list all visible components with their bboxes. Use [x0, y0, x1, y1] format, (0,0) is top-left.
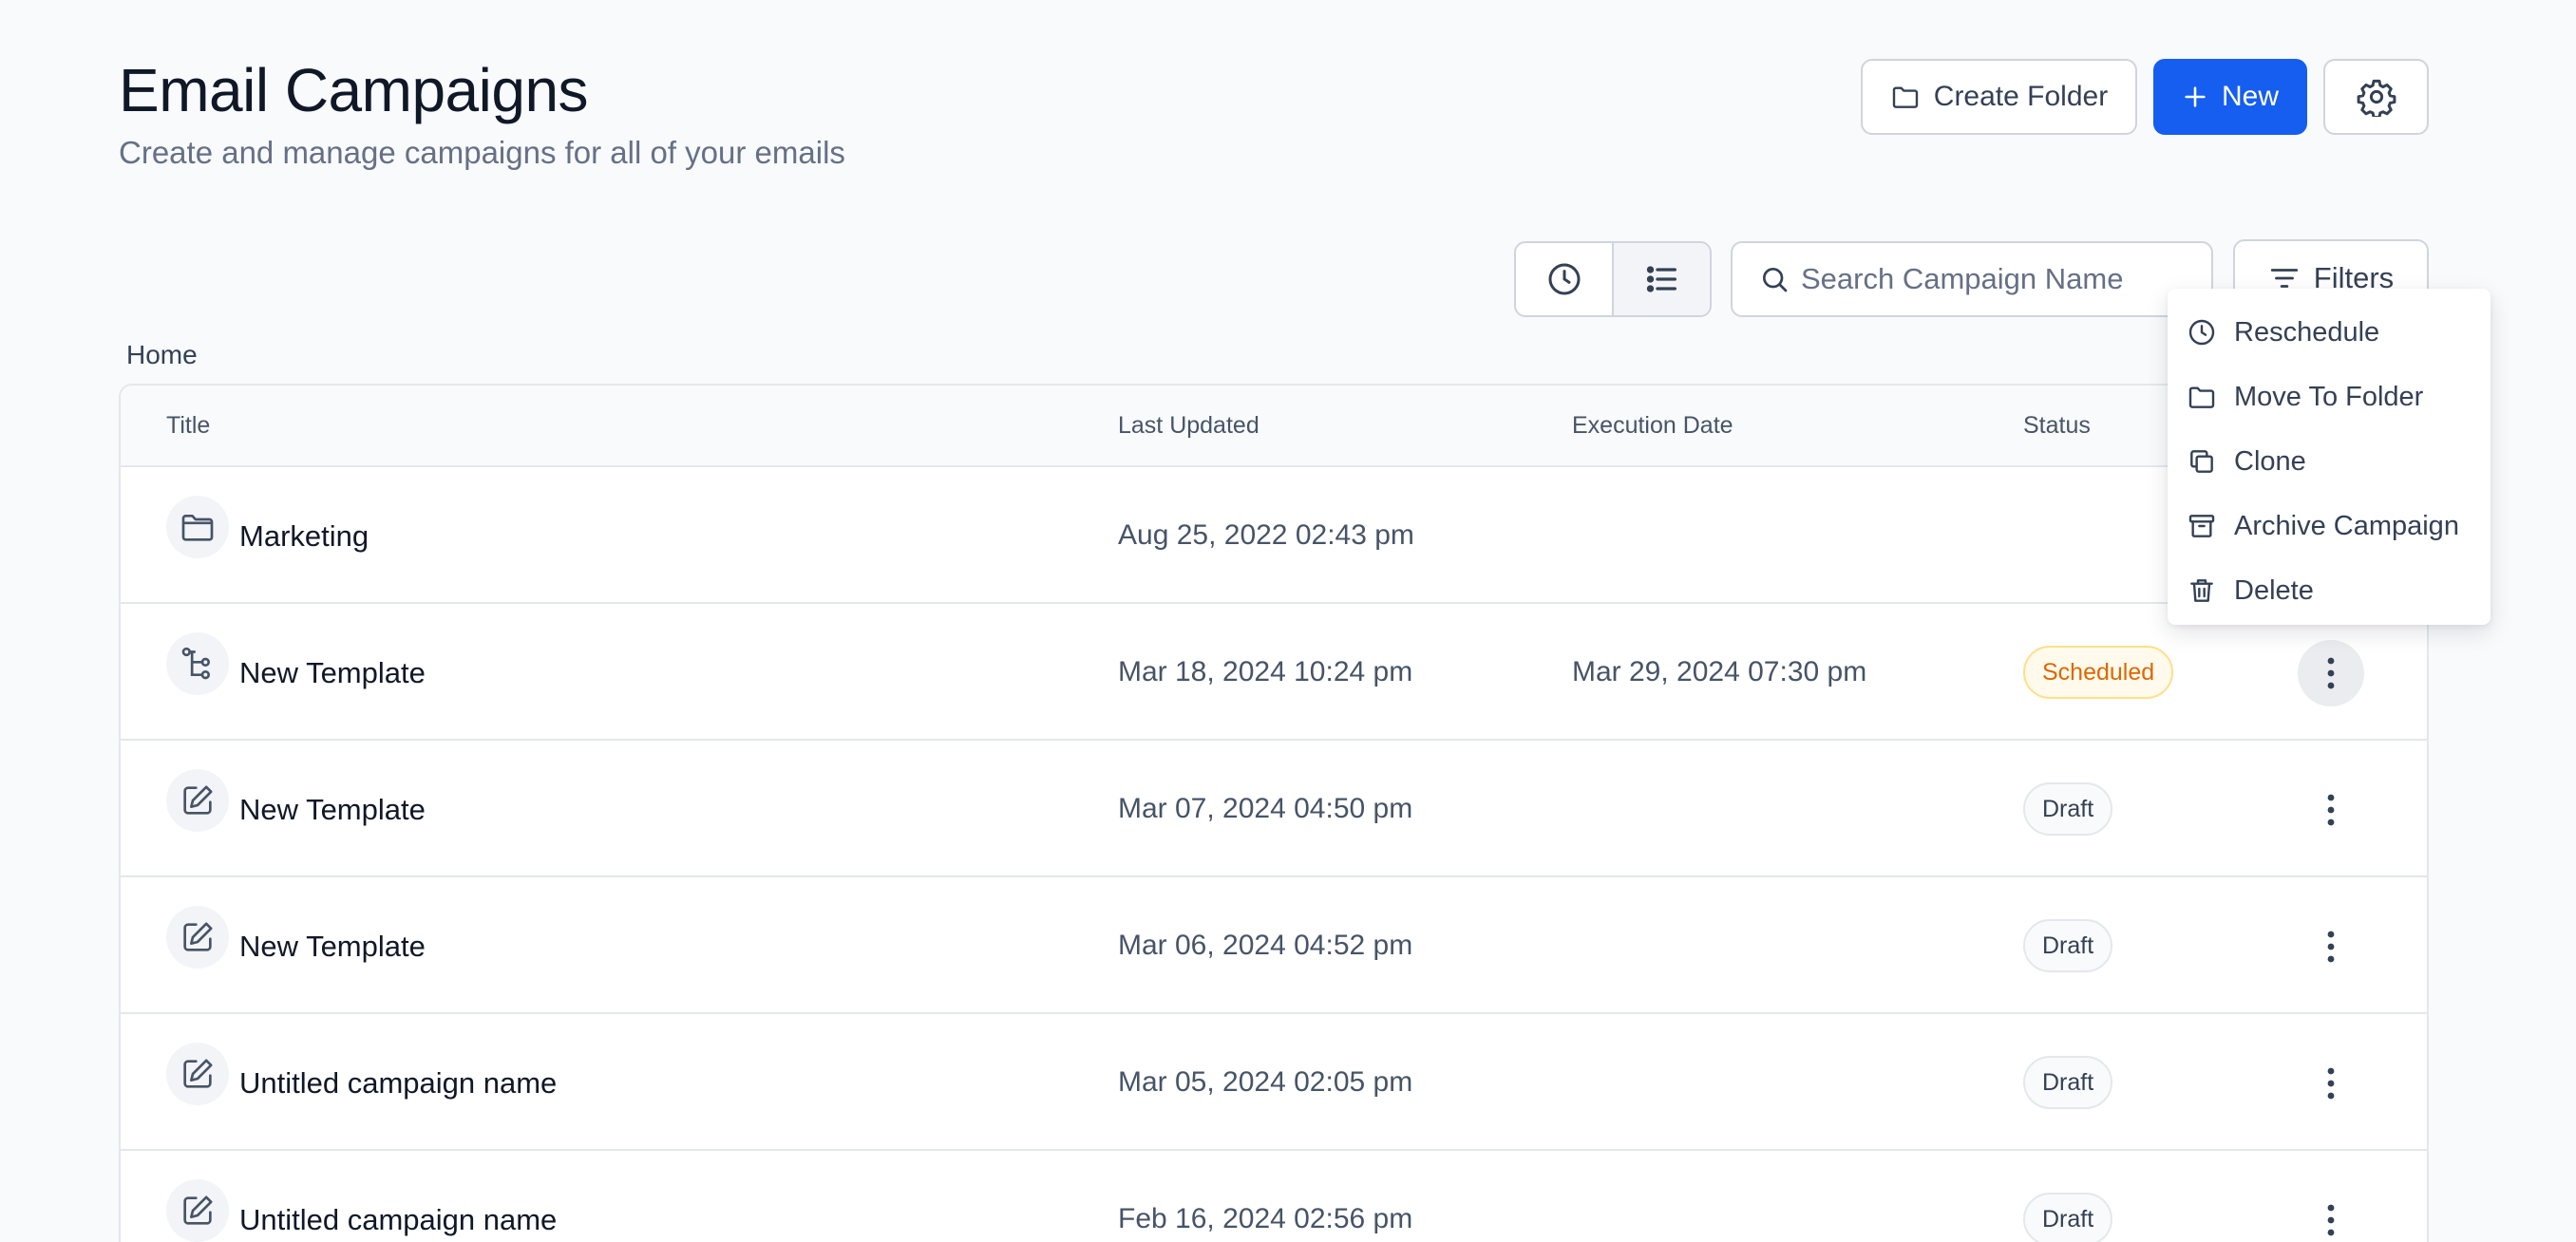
row-title[interactable]: Untitled campaign name: [239, 1066, 557, 1101]
clock-icon: [2187, 317, 2217, 348]
gear-icon: [2357, 77, 2396, 117]
more-vertical-icon: [2327, 1067, 2335, 1100]
row-actions-button[interactable]: [2298, 777, 2364, 843]
page-title: Email Campaigns: [119, 56, 589, 124]
archive-icon: [2187, 511, 2217, 541]
table-row[interactable]: New Template Mar 18, 2024 10:24 pm Mar 2…: [121, 604, 2427, 741]
table-row[interactable]: New Template Mar 06, 2024 04:52 pm Draft: [121, 877, 2427, 1014]
edit-icon: [166, 1043, 229, 1105]
row-last-updated: Mar 18, 2024 10:24 pm: [1118, 656, 1413, 687]
row-title[interactable]: Marketing: [239, 519, 369, 554]
menu-item-label: Archive Campaign: [2234, 510, 2459, 541]
search-icon: [1759, 264, 1790, 294]
more-vertical-icon: [2327, 657, 2335, 689]
search-box: [1731, 241, 2213, 317]
column-header-status[interactable]: Status: [2023, 412, 2091, 440]
row-actions-menu: Reschedule Move To Folder Clone Archive …: [2168, 289, 2491, 625]
status-badge: Draft: [2023, 1056, 2113, 1109]
row-last-updated: Aug 25, 2022 02:43 pm: [1118, 519, 1414, 551]
column-header-last-updated[interactable]: Last Updated: [1118, 412, 1260, 440]
campaigns-table: Title Last Updated Execution Date Status…: [119, 384, 2429, 1242]
row-title[interactable]: Untitled campaign name: [239, 1203, 557, 1237]
edit-icon: [166, 769, 229, 832]
clock-icon: [1545, 260, 1583, 298]
status-badge: Draft: [2023, 919, 2113, 972]
column-header-title[interactable]: Title: [166, 412, 210, 440]
row-execution-date: Mar 29, 2024 07:30 pm: [1572, 656, 1867, 687]
menu-item-label: Move To Folder: [2234, 381, 2424, 412]
new-label: New: [2221, 81, 2279, 112]
more-vertical-icon: [2327, 1204, 2335, 1236]
status-badge: Scheduled: [2023, 646, 2174, 699]
folder-icon: [2187, 382, 2217, 412]
plus-icon: [2182, 84, 2208, 110]
menu-item-clone[interactable]: Clone: [2168, 429, 2491, 494]
menu-item-archive-campaign[interactable]: Archive Campaign: [2168, 494, 2491, 558]
menu-item-label: Delete: [2234, 574, 2314, 606]
folder-icon: [166, 496, 229, 558]
row-actions-button[interactable]: [2298, 1187, 2364, 1242]
page-subtitle: Create and manage campaigns for all of y…: [119, 135, 845, 170]
new-button[interactable]: New: [2153, 59, 2307, 135]
edit-icon: [166, 1179, 229, 1242]
search-input[interactable]: [1801, 262, 2181, 296]
row-last-updated: Mar 05, 2024 02:05 pm: [1118, 1066, 1413, 1098]
view-toggle: [1514, 241, 1712, 317]
table-row[interactable]: Untitled campaign name Mar 05, 2024 02:0…: [121, 1014, 2427, 1151]
table-row[interactable]: New Template Mar 07, 2024 04:50 pm Draft: [121, 741, 2427, 877]
more-vertical-icon: [2327, 794, 2335, 826]
status-badge: Draft: [2023, 1193, 2113, 1242]
trash-icon: [2187, 575, 2217, 606]
edit-icon: [166, 906, 229, 969]
menu-item-label: Clone: [2234, 445, 2306, 477]
schedule-view-button[interactable]: [1516, 243, 1612, 315]
menu-item-label: Reschedule: [2234, 316, 2380, 348]
create-folder-button[interactable]: Create Folder: [1861, 59, 2137, 135]
row-actions-button[interactable]: [2298, 640, 2364, 706]
table-header: Title Last Updated Execution Date Status: [121, 386, 2427, 467]
menu-item-reschedule[interactable]: Reschedule: [2168, 300, 2491, 365]
row-last-updated: Feb 16, 2024 02:56 pm: [1118, 1203, 1413, 1234]
column-header-execution-date[interactable]: Execution Date: [1572, 412, 1733, 440]
settings-button[interactable]: [2323, 59, 2429, 135]
row-title[interactable]: New Template: [239, 930, 426, 964]
row-title[interactable]: New Template: [239, 656, 426, 690]
more-vertical-icon: [2327, 931, 2335, 963]
status-badge: Draft: [2023, 782, 2113, 836]
row-actions-button[interactable]: [2298, 1050, 2364, 1117]
row-title[interactable]: New Template: [239, 793, 426, 827]
create-folder-label: Create Folder: [1933, 81, 2109, 112]
breadcrumb[interactable]: Home: [126, 340, 198, 370]
copy-icon: [2187, 446, 2217, 477]
list-icon: [1643, 260, 1681, 298]
table-row[interactable]: Untitled campaign name Feb 16, 2024 02:5…: [121, 1151, 2427, 1242]
row-actions-button[interactable]: [2298, 913, 2364, 980]
menu-item-move-to-folder[interactable]: Move To Folder: [2168, 365, 2491, 429]
table-row[interactable]: Marketing Aug 25, 2022 02:43 pm: [121, 467, 2427, 604]
menu-item-delete[interactable]: Delete: [2168, 558, 2491, 623]
folder-icon: [1890, 82, 1921, 112]
row-last-updated: Mar 07, 2024 04:50 pm: [1118, 793, 1413, 824]
row-last-updated: Mar 06, 2024 04:52 pm: [1118, 930, 1413, 961]
list-view-button[interactable]: [1612, 243, 1710, 315]
workflow-icon: [166, 632, 229, 695]
